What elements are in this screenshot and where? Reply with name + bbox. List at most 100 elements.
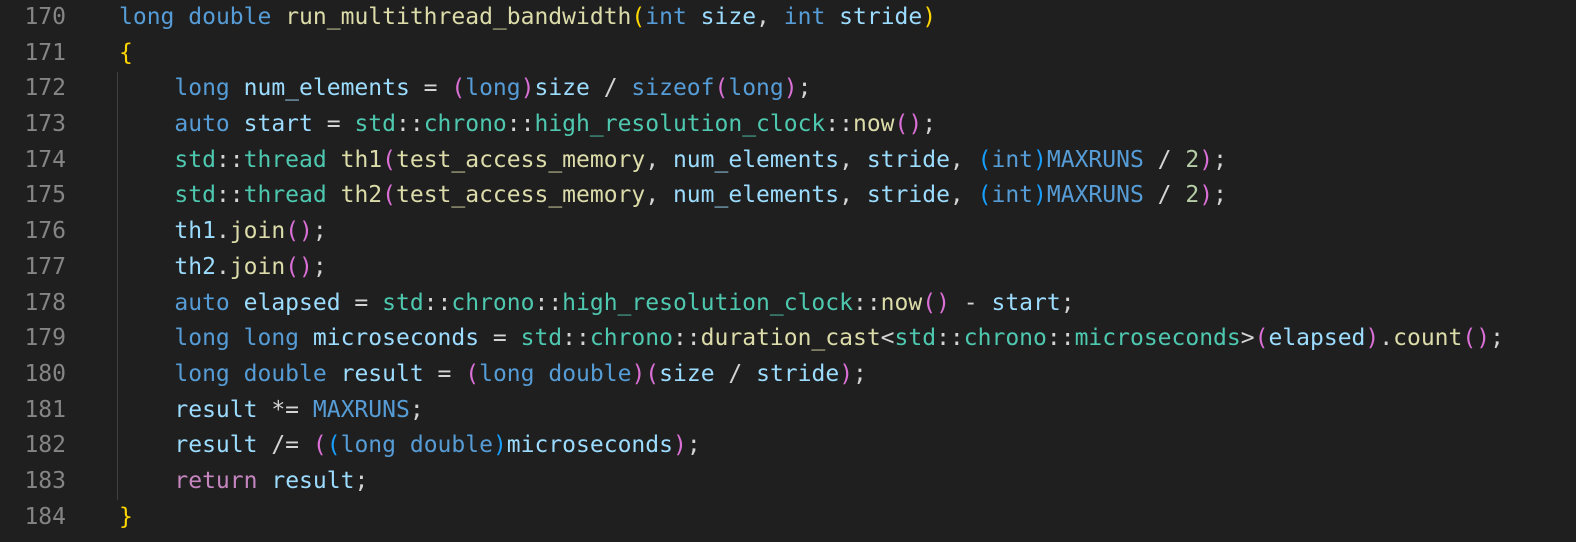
code-token: , <box>839 146 867 173</box>
code-token: long <box>465 75 521 102</box>
code-token: start <box>991 289 1061 316</box>
code-token: . <box>215 253 230 280</box>
code-token: num_elements <box>243 75 410 102</box>
code-token: , <box>645 146 673 173</box>
code-token: . <box>1379 325 1394 352</box>
code-token: , <box>949 146 978 173</box>
code-line[interactable]: return result; <box>119 464 1504 500</box>
code-token: double <box>188 4 272 30</box>
code-token: / <box>589 75 632 102</box>
code-token: th2 <box>340 182 383 209</box>
code-token: ) <box>1033 182 1047 209</box>
code-token: result <box>271 467 355 494</box>
code-token: return <box>174 467 258 494</box>
code-token: auto <box>174 111 230 138</box>
code-area[interactable]: long double run_multithread_bandwidth(in… <box>119 0 1504 535</box>
code-token: chrono <box>589 325 673 352</box>
code-token: long <box>174 75 230 102</box>
code-token: high_resolution_clock <box>562 289 853 316</box>
code-token: ) <box>839 360 854 387</box>
code-line[interactable]: auto start = std::chrono::high_resolutio… <box>119 107 1504 143</box>
code-token: ( <box>326 432 341 459</box>
code-token: ) <box>1199 182 1214 209</box>
indent-guide <box>117 72 118 500</box>
code-token: duration_cast <box>700 325 881 352</box>
code-line[interactable]: auto elapsed = std::chrono::high_resolut… <box>119 286 1504 322</box>
code-token: ( <box>977 146 992 173</box>
code-token: sizeof <box>631 75 715 102</box>
line-number: 178 <box>24 289 66 316</box>
code-token: th2 <box>174 253 216 280</box>
code-token: ; <box>1213 146 1227 173</box>
code-token: th1 <box>340 146 383 173</box>
code-line[interactable]: result /= ((long double)microseconds); <box>119 428 1504 464</box>
code-token: join <box>229 253 286 280</box>
line-number: 180 <box>24 360 66 387</box>
code-line[interactable]: } <box>119 500 1504 536</box>
code-token: = <box>312 111 355 138</box>
code-token: ; <box>797 75 812 102</box>
code-token: ( <box>977 182 992 209</box>
code-token: thread <box>243 182 327 209</box>
code-token: size <box>659 360 715 387</box>
code-token: microseconds <box>1074 325 1241 352</box>
code-token: ) <box>672 432 687 459</box>
code-token: ) <box>922 4 937 30</box>
code-line[interactable]: long long microseconds = std::chrono::du… <box>119 321 1504 357</box>
code-line[interactable]: std::thread th2(test_access_memory, num_… <box>119 178 1504 214</box>
code-token: microseconds <box>312 325 480 352</box>
code-token: MAXRUNS <box>312 396 410 423</box>
code-token: double <box>548 360 632 387</box>
code-token: ; <box>922 111 937 138</box>
code-token: std <box>894 325 937 352</box>
code-token: = <box>409 75 452 102</box>
code-token: :: <box>825 111 853 138</box>
code-line[interactable]: th2.join(); <box>119 250 1504 286</box>
code-token: long <box>728 75 784 102</box>
code-token: thread <box>243 146 327 173</box>
code-line[interactable]: { <box>119 36 1504 72</box>
code-token: > <box>1240 325 1255 352</box>
line-number: 171 <box>24 39 66 66</box>
code-line[interactable]: std::thread th1(test_access_memory, num_… <box>119 143 1504 179</box>
line-number-gutter: 170 171 172 173 174 175 176 177 178 179 180 181 182 1… <box>0 0 100 535</box>
line-number: 182 <box>24 432 66 459</box>
code-token: std <box>520 325 563 352</box>
code-token: start <box>243 111 313 138</box>
code-token: th1 <box>174 218 216 245</box>
code-token: stride <box>866 182 950 209</box>
code-token: elapsed <box>1268 325 1366 352</box>
code-token: std <box>174 146 216 173</box>
line-number: 173 <box>24 111 66 138</box>
code-token: int <box>783 4 826 30</box>
code-token: long <box>479 360 535 387</box>
code-line[interactable]: result *= MAXRUNS; <box>119 393 1504 429</box>
code-token: int <box>991 146 1034 173</box>
code-editor[interactable]: 170 171 172 173 174 175 176 177 178 179 180 181 182 1… <box>0 0 1576 542</box>
line-number: 176 <box>24 218 66 245</box>
code-line[interactable]: long num_elements = (long)size / sizeof(… <box>119 71 1504 107</box>
code-token: :: <box>936 325 964 352</box>
code-token: ) <box>1033 146 1047 173</box>
code-token: ( <box>631 4 646 30</box>
code-line[interactable]: long double run_multithread_bandwidth(in… <box>119 0 1504 36</box>
code-token: ) <box>1199 146 1214 173</box>
code-token: } <box>119 503 133 530</box>
code-token: ; <box>409 396 424 423</box>
code-token: size <box>534 75 590 102</box>
code-line[interactable]: long double result = (long double)(size … <box>119 357 1504 393</box>
code-token: std <box>174 182 216 209</box>
code-token: high_resolution_clock <box>534 111 826 138</box>
code-token: double <box>243 360 327 387</box>
code-token: :: <box>1046 325 1075 352</box>
code-line[interactable]: th1.join(); <box>119 214 1504 250</box>
